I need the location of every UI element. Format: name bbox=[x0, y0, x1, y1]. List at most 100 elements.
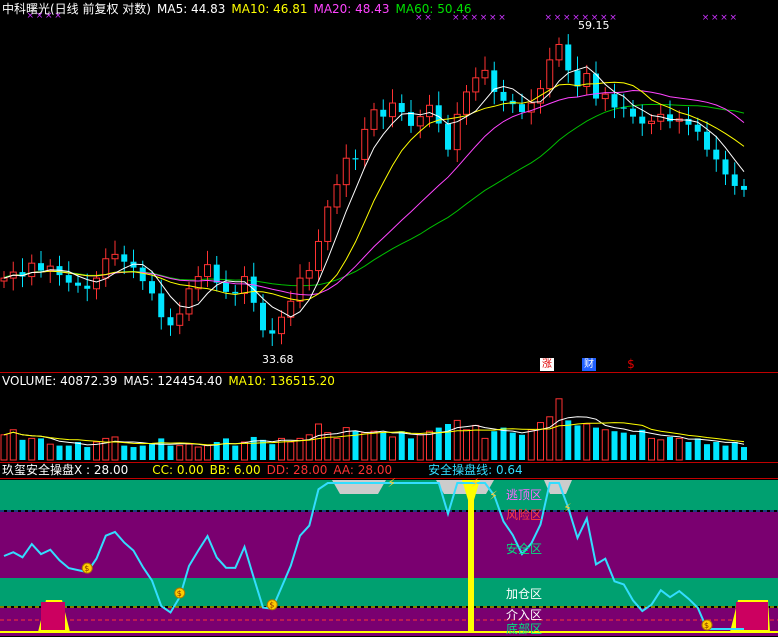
signal-cross: × bbox=[554, 13, 562, 23]
indicator-zones bbox=[0, 480, 778, 636]
sell-runner-icon: ⚡ bbox=[388, 476, 396, 490]
ma60-readout: MA60: 50.46 bbox=[395, 2, 472, 16]
volume-bar bbox=[519, 434, 525, 460]
candle-body bbox=[0, 277, 8, 282]
candle-body bbox=[185, 288, 193, 315]
volume-bar bbox=[46, 443, 54, 461]
candle-body bbox=[232, 291, 239, 294]
zone-label-escape-top: 逃顶区 bbox=[506, 488, 543, 502]
volume-bar bbox=[185, 443, 193, 461]
volume-bar bbox=[713, 442, 720, 460]
volume-bar bbox=[9, 429, 17, 461]
volume-bar bbox=[287, 441, 295, 461]
volume-bar bbox=[176, 445, 184, 461]
candle-body bbox=[38, 263, 44, 271]
ma20-readout: MA20: 48.43 bbox=[313, 2, 390, 16]
sell-runner-icon: ⚡ bbox=[563, 501, 571, 515]
volume-bar bbox=[527, 429, 535, 461]
candle-body bbox=[176, 313, 184, 326]
volume-bar bbox=[639, 429, 646, 460]
volume-bar bbox=[741, 447, 747, 460]
candle-body bbox=[305, 270, 313, 279]
volume-bar bbox=[593, 427, 599, 460]
volume-bar bbox=[38, 438, 44, 460]
event-marker-finance[interactable]: 财 bbox=[582, 358, 596, 371]
volume-bar bbox=[269, 444, 276, 460]
signal-cross: × bbox=[702, 13, 710, 23]
volume-bar bbox=[657, 439, 665, 461]
zone-label-risk: 风险区 bbox=[506, 508, 543, 522]
volume-bar bbox=[389, 436, 396, 461]
volume-bar bbox=[445, 424, 451, 460]
event-marker-rise[interactable]: 涨 bbox=[540, 358, 554, 371]
coin-symbol: $ bbox=[84, 564, 89, 573]
volume-ma5-readout: MA5: 124454.40 bbox=[123, 374, 223, 388]
volume-readout: VOLUME: 40872.39 bbox=[2, 374, 118, 388]
volume-bar bbox=[315, 423, 322, 461]
volume-bar bbox=[130, 447, 137, 460]
volume-bar bbox=[380, 432, 387, 460]
volume-bar bbox=[232, 445, 239, 460]
candle-body bbox=[565, 44, 572, 71]
ma5-readout: MA5: 44.83 bbox=[157, 2, 226, 16]
event-marker-dividend[interactable]: $ bbox=[626, 358, 636, 371]
candle-body bbox=[342, 157, 350, 186]
candle-body bbox=[213, 264, 220, 283]
volume-bar bbox=[630, 434, 636, 460]
volume-bar bbox=[704, 444, 710, 460]
volume-bar bbox=[204, 445, 211, 461]
volume-header: VOLUME: 40872.39 MA5: 124454.40 MA10: 1365… bbox=[2, 374, 341, 388]
volume-bar bbox=[426, 430, 433, 461]
sell-runner-icon: ⚡ bbox=[489, 489, 497, 503]
zone-label-add: 加仓区 bbox=[506, 587, 543, 601]
candle-body bbox=[741, 185, 747, 190]
candle-body bbox=[648, 120, 655, 125]
low-price-label: 33.68 bbox=[262, 353, 294, 366]
volume-bar bbox=[75, 442, 81, 460]
candle-body bbox=[722, 159, 729, 175]
candle-body bbox=[324, 206, 332, 242]
price-title: 中科曙光(日线 前复权 对数) bbox=[2, 2, 151, 16]
candle-body bbox=[223, 282, 229, 292]
volume-bar bbox=[19, 439, 26, 460]
stock-chart: $$$$⚡ ⚡⚡⚡ × × × × × × × × × × × × × × × × × × × × × × × × bbox=[0, 11, 778, 636]
candle-body bbox=[111, 253, 119, 260]
candle-body bbox=[611, 94, 618, 108]
volume-bar bbox=[333, 437, 341, 461]
volume-bar bbox=[509, 432, 516, 460]
candle-body bbox=[149, 281, 155, 294]
candle-body bbox=[167, 317, 174, 326]
candle-body bbox=[519, 104, 525, 113]
volume-bar bbox=[694, 438, 701, 460]
volume-bar bbox=[56, 445, 63, 460]
candle-body bbox=[333, 184, 341, 208]
candle-body bbox=[352, 158, 359, 160]
volume-bar bbox=[667, 436, 673, 460]
signal-cross: × bbox=[480, 13, 488, 23]
volume-bar bbox=[28, 437, 36, 461]
volume-bar bbox=[601, 429, 609, 461]
volume-bar bbox=[149, 444, 155, 460]
volume-bar bbox=[416, 434, 424, 461]
volume-bar bbox=[491, 431, 498, 460]
candle-body bbox=[361, 128, 369, 160]
candle-body bbox=[731, 174, 738, 186]
volume-bar bbox=[685, 442, 692, 460]
high-price-label: 59.15 bbox=[578, 19, 610, 32]
signal-cross: × bbox=[609, 13, 617, 23]
coin-symbol: $ bbox=[269, 601, 274, 610]
candle-body bbox=[380, 109, 387, 117]
volume-bar bbox=[121, 445, 128, 460]
zone-label-bottom: 底部区 bbox=[506, 622, 543, 636]
candle-body bbox=[445, 123, 451, 150]
indicator-header: 玖玺安全操盘X : 28.00 CC: 0.00 BB: 6.00 DD: 28.00… bbox=[2, 463, 529, 477]
volume-bar bbox=[565, 420, 572, 460]
volume-bar bbox=[408, 438, 414, 460]
candle-body bbox=[639, 116, 646, 124]
volume-bar bbox=[574, 425, 581, 460]
indicator-title: 玖玺安全操盘X : 28.00 bbox=[2, 463, 129, 477]
candle-body bbox=[463, 91, 470, 115]
volume-bar bbox=[731, 442, 738, 460]
volume-bar bbox=[370, 430, 378, 461]
signal-cross: × bbox=[545, 13, 553, 23]
